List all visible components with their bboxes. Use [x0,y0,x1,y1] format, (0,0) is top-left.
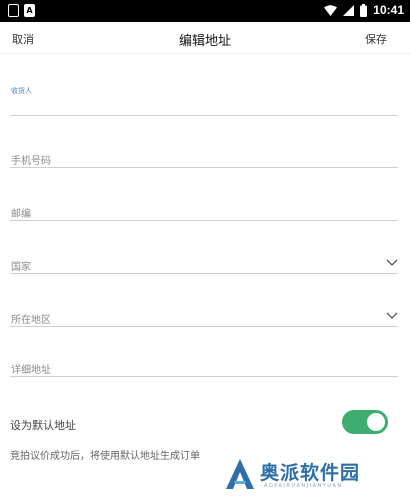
toggle-knob [367,413,385,431]
phone-field[interactable]: 手机号码 [10,148,398,168]
status-bar: A 10:41 [0,0,410,22]
default-address-label: 设为默认地址 [10,419,76,432]
recipient-field[interactable]: 收货人 [10,80,398,116]
recipient-label: 收货人 [11,87,32,95]
system-icons: 10:41 [324,3,404,17]
postcode-field[interactable]: 邮编 [10,201,398,221]
notification-icon [8,4,19,17]
auction-note: 竞拍议价成功后，将使用默认地址生成订单 [10,451,200,462]
recipient-input[interactable] [10,96,378,114]
detail-address-input[interactable] [10,357,378,376]
watermark-logo-icon [226,459,254,489]
wifi-icon [324,4,338,16]
detail-address-field[interactable]: 详细地址 [10,357,398,377]
signal-icon [343,4,355,16]
app-notification-icon: A [24,4,35,17]
default-address-toggle[interactable] [342,410,388,434]
country-placeholder: 国家 [11,262,31,273]
postcode-input[interactable] [10,201,378,220]
clock: 10:41 [373,3,404,17]
battery-icon [360,3,368,17]
watermark-text: 奥派软件园 [260,462,361,484]
chevron-down-icon[interactable] [386,259,398,267]
region-placeholder: 所在地区 [11,315,51,326]
chevron-down-icon[interactable] [386,312,398,320]
phone-input[interactable] [10,148,378,167]
region-select[interactable]: 所在地区 [10,307,398,327]
country-select[interactable]: 国家 [10,254,398,274]
save-button[interactable]: 保存 [365,31,387,47]
notification-icons: A [8,4,35,17]
page-title: 编辑地址 [178,34,231,49]
watermark: 奥派软件园 AOPAIRUANJIANYUAN [224,455,404,495]
top-nav-bar: 取消 编辑地址 保存 [0,22,410,54]
watermark-subtext: AOPAIRUANJIANYUAN [264,483,343,489]
